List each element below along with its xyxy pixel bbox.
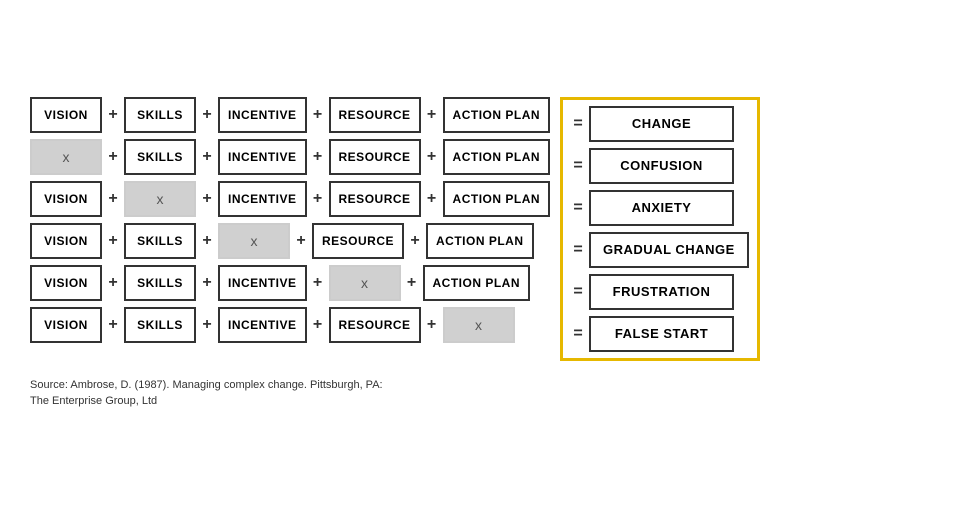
row-2: VISION+x+INCENTIVE+RESOURCE+ACTION PLAN: [30, 181, 550, 217]
cell-0-5: +: [311, 106, 325, 124]
source-line1: Source: Ambrose, D. (1987). Managing com…: [30, 377, 383, 394]
result-row-1: =CONFUSION: [571, 148, 749, 184]
cell-1-6: RESOURCE: [329, 139, 421, 175]
result-5: FALSE START: [589, 316, 734, 352]
cell-5-5: +: [311, 316, 325, 334]
cell-3-4: x: [218, 223, 290, 259]
equals-0: =: [571, 115, 585, 133]
cell-0-1: +: [106, 106, 120, 124]
result-row-4: =FRUSTRATION: [571, 274, 749, 310]
result-row-5: =FALSE START: [571, 316, 749, 352]
result-0: CHANGE: [589, 106, 734, 142]
source-text: Source: Ambrose, D. (1987). Managing com…: [30, 377, 383, 410]
main-container: VISION+SKILLS+INCENTIVE+RESOURCE+ACTION …: [0, 77, 965, 430]
result-row-2: =ANXIETY: [571, 190, 749, 226]
right-section: =CHANGE=CONFUSION=ANXIETY=GRADUAL CHANGE…: [560, 97, 760, 361]
row-1: x+SKILLS+INCENTIVE+RESOURCE+ACTION PLAN: [30, 139, 550, 175]
cell-2-5: +: [311, 190, 325, 208]
cell-4-7: +: [405, 274, 419, 292]
cell-2-3: +: [200, 190, 214, 208]
cell-3-3: +: [200, 232, 214, 250]
cell-1-5: +: [311, 148, 325, 166]
equals-3: =: [571, 241, 585, 259]
cell-4-1: +: [106, 274, 120, 292]
cell-0-6: RESOURCE: [329, 97, 421, 133]
cell-4-0: VISION: [30, 265, 102, 301]
cell-2-2: x: [124, 181, 196, 217]
cell-2-6: RESOURCE: [329, 181, 421, 217]
cell-1-2: SKILLS: [124, 139, 196, 175]
cell-3-6: RESOURCE: [312, 223, 404, 259]
cell-3-5: +: [294, 232, 308, 250]
result-4: FRUSTRATION: [589, 274, 734, 310]
cell-4-2: SKILLS: [124, 265, 196, 301]
cell-0-2: SKILLS: [124, 97, 196, 133]
cell-0-0: VISION: [30, 97, 102, 133]
cell-4-5: +: [311, 274, 325, 292]
cell-0-8: ACTION PLAN: [443, 97, 551, 133]
cell-5-4: INCENTIVE: [218, 307, 307, 343]
cell-2-7: +: [425, 190, 439, 208]
cell-2-8: ACTION PLAN: [443, 181, 551, 217]
cell-3-0: VISION: [30, 223, 102, 259]
equals-4: =: [571, 283, 585, 301]
cell-5-0: VISION: [30, 307, 102, 343]
cell-5-3: +: [200, 316, 214, 334]
cell-4-8: ACTION PLAN: [423, 265, 531, 301]
cell-3-8: ACTION PLAN: [426, 223, 534, 259]
cell-1-1: +: [106, 148, 120, 166]
equals-1: =: [571, 157, 585, 175]
left-section: VISION+SKILLS+INCENTIVE+RESOURCE+ACTION …: [30, 97, 550, 361]
cell-2-0: VISION: [30, 181, 102, 217]
cell-0-7: +: [425, 106, 439, 124]
cell-3-7: +: [408, 232, 422, 250]
cell-5-1: +: [106, 316, 120, 334]
cell-1-7: +: [425, 148, 439, 166]
result-row-0: =CHANGE: [571, 106, 749, 142]
cell-4-6: x: [329, 265, 401, 301]
cell-4-3: +: [200, 274, 214, 292]
cell-2-4: INCENTIVE: [218, 181, 307, 217]
cell-0-3: +: [200, 106, 214, 124]
cell-1-3: +: [200, 148, 214, 166]
cell-4-4: INCENTIVE: [218, 265, 307, 301]
result-2: ANXIETY: [589, 190, 734, 226]
row-3: VISION+SKILLS+x+RESOURCE+ACTION PLAN: [30, 223, 550, 259]
cell-5-7: +: [425, 316, 439, 334]
cell-1-8: ACTION PLAN: [443, 139, 551, 175]
cell-5-6: RESOURCE: [329, 307, 421, 343]
cell-2-1: +: [106, 190, 120, 208]
result-3: GRADUAL CHANGE: [589, 232, 749, 268]
cell-0-4: INCENTIVE: [218, 97, 307, 133]
result-row-3: =GRADUAL CHANGE: [571, 232, 749, 268]
row-4: VISION+SKILLS+INCENTIVE+x+ACTION PLAN: [30, 265, 550, 301]
cell-1-0: x: [30, 139, 102, 175]
equals-2: =: [571, 199, 585, 217]
cell-5-8: x: [443, 307, 515, 343]
cell-1-4: INCENTIVE: [218, 139, 307, 175]
cell-3-1: +: [106, 232, 120, 250]
result-1: CONFUSION: [589, 148, 734, 184]
equals-5: =: [571, 325, 585, 343]
cell-3-2: SKILLS: [124, 223, 196, 259]
source-line2: The Enterprise Group, Ltd: [30, 393, 383, 410]
cell-5-2: SKILLS: [124, 307, 196, 343]
grid-area: VISION+SKILLS+INCENTIVE+RESOURCE+ACTION …: [30, 97, 935, 361]
row-5: VISION+SKILLS+INCENTIVE+RESOURCE+x: [30, 307, 550, 343]
row-0: VISION+SKILLS+INCENTIVE+RESOURCE+ACTION …: [30, 97, 550, 133]
